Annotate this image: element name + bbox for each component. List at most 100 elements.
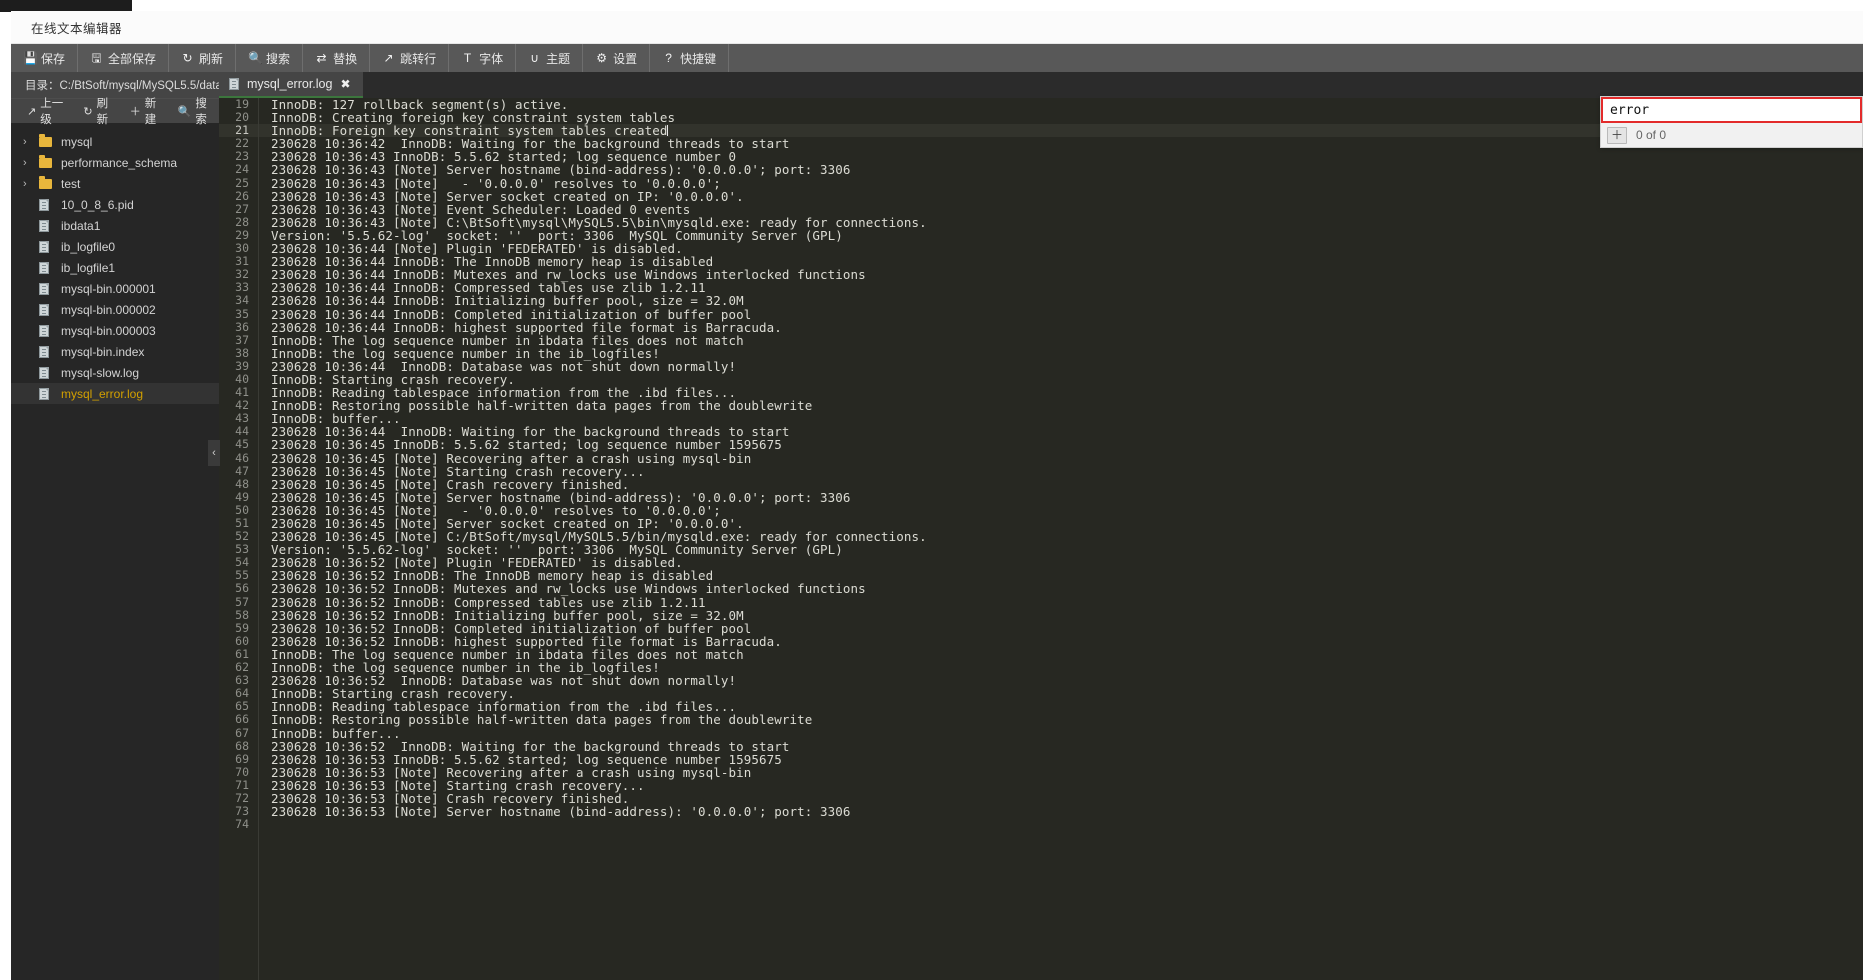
editor-line[interactable]: 56 230628 10:36:52 InnoDB: Mutexes and rw… bbox=[219, 582, 1863, 596]
editor-line[interactable]: 58 230628 10:36:52 InnoDB: Initializing b… bbox=[219, 607, 1863, 622]
goto-line-icon: ↗ bbox=[383, 51, 394, 65]
editor-line[interactable]: 68 230628 10:36:52 InnoDB: Waiting for th… bbox=[219, 739, 1863, 753]
editor-line[interactable]: 34 230628 10:36:44 InnoDB: Initializing b… bbox=[219, 294, 1863, 308]
editor-line[interactable]: 45 230628 10:36:45 InnoDB: 5.5.62 started… bbox=[219, 438, 1863, 452]
editor-line[interactable]: 74 bbox=[219, 818, 1863, 831]
editor-line[interactable]: 38 InnoDB: the log sequence number in the… bbox=[219, 346, 1863, 360]
toolbar-button-label: 字体 bbox=[479, 51, 504, 66]
tree-item-ibdata1[interactable]: ›ibdata1 bbox=[11, 215, 219, 236]
find-panel: ＋ 0 of 0 bbox=[1600, 96, 1863, 148]
editor-line[interactable]: 48 230628 10:36:45 [Note] Crash recovery … bbox=[219, 477, 1863, 491]
tree-item-label: mysql-bin.000001 bbox=[61, 281, 156, 296]
tree-item-mysql-bin.index[interactable]: ›mysql-bin.index bbox=[11, 341, 219, 362]
line-text: 230628 10:36:52 InnoDB: Compressed table… bbox=[271, 594, 706, 610]
sidebar-collapse-handle[interactable]: ‹ bbox=[208, 440, 220, 466]
editor-line[interactable]: 70 230628 10:36:53 [Note] Recovering afte… bbox=[219, 765, 1863, 779]
tree-item-mysql-bin.000001[interactable]: ›mysql-bin.000001 bbox=[11, 278, 219, 299]
editor-line[interactable]: 66 InnoDB: Restoring possible half-writte… bbox=[219, 712, 1863, 727]
file-icon bbox=[39, 219, 61, 232]
file-op-新建[interactable]: ＋新建 bbox=[124, 95, 169, 127]
editor-line[interactable]: 27 230628 10:36:43 [Note] Event Scheduler… bbox=[219, 202, 1863, 216]
line-number: 46 bbox=[235, 450, 249, 465]
editor-line[interactable]: 71 230628 10:36:53 [Note] Starting crash … bbox=[219, 777, 1863, 793]
editor-line[interactable]: 60 230628 10:36:52 InnoDB: highest suppor… bbox=[219, 634, 1863, 648]
file-op-搜索[interactable]: 🔍 搜索 bbox=[172, 95, 219, 127]
toolbar-button-刷新[interactable]: ↻ 刷新 bbox=[169, 44, 237, 72]
editor-line[interactable]: 49 230628 10:36:45 [Note] Server hostname… bbox=[219, 490, 1863, 504]
tab-mysql-error-log[interactable]: mysql_error.log ✖ bbox=[219, 72, 363, 98]
settings-icon: ⚙ bbox=[596, 51, 607, 65]
toolbar-button-全部保存[interactable]: 🖫 全部保存 bbox=[78, 44, 170, 72]
search-icon: 🔍 bbox=[248, 51, 263, 65]
folder-icon bbox=[39, 133, 61, 147]
tree-item-label: mysql_error.log bbox=[61, 386, 144, 401]
line-number: 58 bbox=[235, 607, 249, 622]
toolbar-button-替换[interactable]: ⇄ 替换 bbox=[303, 44, 371, 72]
toolbar-button-搜索[interactable]: 🔍 搜索 bbox=[236, 44, 304, 72]
app-window: 在线文本编辑器 💾 保存 🖫 全部保存 ↻ 刷新 🔍 搜索 ⇄ 替换 ↗ 跳转行 T 字体 ∪ 主题 ⚙ 设置? 快… bbox=[0, 0, 1863, 980]
file-op-上一级[interactable]: ↗ 上一级 bbox=[21, 95, 74, 127]
tree-item-ib_logfile1[interactable]: ›ib_logfile1 bbox=[11, 257, 219, 278]
file-op-label: 刷新 bbox=[96, 98, 109, 126]
editor-line[interactable]: 25 230628 10:36:43 [Note] - '0.0.0.0' res… bbox=[219, 175, 1863, 191]
search-input[interactable] bbox=[1601, 97, 1862, 123]
search-status-row: ＋ 0 of 0 bbox=[1601, 123, 1862, 147]
search-result-count: 0 of 0 bbox=[1636, 128, 1667, 142]
line-number: 66 bbox=[235, 712, 249, 727]
chevron-right-icon[interactable]: › bbox=[23, 136, 39, 148]
line-text: 230628 10:36:52 InnoDB: Completed initia… bbox=[271, 620, 752, 636]
line-text: 230628 10:36:43 [Note] - '0.0.0.0' resol… bbox=[271, 175, 721, 191]
file-op-刷新[interactable]: ↻ 刷新 bbox=[77, 95, 120, 127]
toolbar-button-保存[interactable]: 💾 保存 bbox=[11, 44, 79, 72]
tree-item-ib_logfile0[interactable]: ›ib_logfile0 bbox=[11, 236, 219, 257]
line-text: 230628 10:36:53 [Note] Starting crash re… bbox=[271, 777, 645, 793]
editor-line[interactable]: 26 230628 10:36:43 [Note] Server socket c… bbox=[219, 189, 1863, 203]
editor-line[interactable]: 69 230628 10:36:53 InnoDB: 5.5.62 started… bbox=[219, 752, 1863, 766]
editor-line[interactable]: 47 230628 10:36:45 [Note] Starting crash … bbox=[219, 464, 1863, 478]
toolbar-button-主题[interactable]: ∪ 主题 bbox=[516, 44, 584, 72]
close-icon[interactable]: ✖ bbox=[340, 77, 350, 91]
editor-line[interactable]: 24 230628 10:36:43 [Note] Server hostname… bbox=[219, 162, 1863, 178]
toolbar-button-label: 设置 bbox=[613, 51, 638, 66]
editor-line[interactable]: 59 230628 10:36:52 InnoDB: Completed init… bbox=[219, 620, 1863, 636]
tree-item-mysql-bin.000002[interactable]: ›mysql-bin.000002 bbox=[11, 299, 219, 320]
toolbar-button-跳转行[interactable]: ↗ 跳转行 bbox=[370, 44, 450, 72]
editor-line[interactable]: 67 InnoDB: buffer... bbox=[219, 726, 1863, 740]
editor-line[interactable]: 42 InnoDB: Restoring possible half-writte… bbox=[219, 399, 1863, 413]
editor-line[interactable]: 28 230628 10:36:43 [Note] C:\BtSoft\mysql… bbox=[219, 214, 1863, 229]
toolbar-button-设置[interactable]: ⚙ 设置 bbox=[583, 44, 651, 72]
editor-line[interactable]: 46 230628 10:36:45 [Note] Recovering afte… bbox=[219, 450, 1863, 465]
tree-item-mysql[interactable]: › mysql bbox=[11, 131, 219, 152]
editor-line[interactable]: 39 230628 10:36:44 InnoDB: Database was n… bbox=[219, 359, 1863, 373]
editor-line[interactable]: 57 230628 10:36:52 InnoDB: Compressed tab… bbox=[219, 594, 1863, 610]
code-editor[interactable]: 19 InnoDB: 127 rollback segment(s) active… bbox=[219, 98, 1863, 980]
file-icon bbox=[39, 240, 61, 253]
toolbar-button-字体[interactable]: T 字体 bbox=[449, 44, 517, 72]
line-text: 230628 10:36:43 [Note] Server hostname (… bbox=[271, 162, 851, 178]
tree-item-performance_schema[interactable]: › performance_schema bbox=[11, 152, 219, 173]
chevron-right-icon[interactable]: › bbox=[23, 157, 39, 169]
chevron-left-icon: ‹ bbox=[212, 447, 216, 459]
editor-line[interactable]: 37 InnoDB: The log sequence number in ibd… bbox=[219, 333, 1863, 347]
file-icon bbox=[39, 198, 61, 211]
add-search-field-button[interactable]: ＋ bbox=[1607, 126, 1627, 144]
file-op-label: 搜索 bbox=[195, 98, 207, 126]
editor-line[interactable]: 73 230628 10:36:53 [Note] Server hostname… bbox=[219, 804, 1863, 818]
toolbar-button-快捷键[interactable]: ? 快捷键 bbox=[650, 44, 730, 72]
tree-item-10_0_8_6.pid[interactable]: ›10_0_8_6.pid bbox=[11, 194, 219, 215]
title-bar: 在线文本编辑器 bbox=[11, 11, 1863, 44]
theme-icon: ∪ bbox=[530, 51, 539, 65]
file-icon bbox=[39, 345, 61, 358]
window-title: 在线文本编辑器 bbox=[31, 21, 123, 36]
tree-item-mysql_error.log[interactable]: ›mysql_error.log bbox=[11, 383, 219, 404]
up-level-icon: ↗ bbox=[27, 105, 37, 118]
line-number: 28 bbox=[235, 214, 249, 229]
editor-line[interactable]: 35 230628 10:36:44 InnoDB: Completed init… bbox=[219, 307, 1863, 321]
editor-line[interactable]: 36 230628 10:36:44 InnoDB: highest suppor… bbox=[219, 320, 1863, 334]
tree-item-test[interactable]: › test bbox=[11, 173, 219, 194]
file-icon bbox=[39, 387, 61, 400]
tree-item-mysql-bin.000003[interactable]: ›mysql-bin.000003 bbox=[11, 320, 219, 341]
chevron-right-icon[interactable]: › bbox=[23, 178, 39, 190]
tree-item-mysql-slow.log[interactable]: ›mysql-slow.log bbox=[11, 362, 219, 383]
line-number: 24 bbox=[235, 162, 249, 177]
